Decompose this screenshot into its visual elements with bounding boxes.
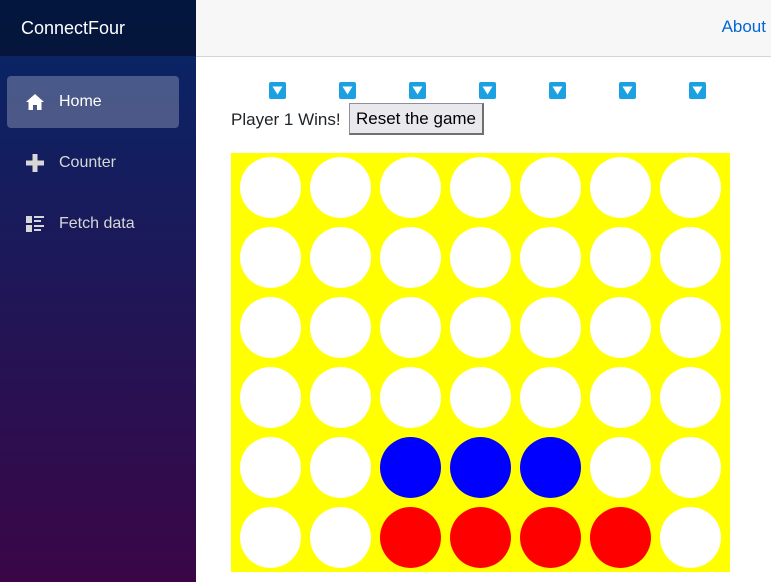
board-cell-empty bbox=[310, 297, 371, 358]
board-cell-empty bbox=[310, 437, 371, 498]
board-cell-empty bbox=[240, 437, 301, 498]
caret-down-icon bbox=[482, 86, 493, 95]
board-cell-empty bbox=[450, 297, 511, 358]
board-cell-empty bbox=[380, 297, 441, 358]
board-cell-empty bbox=[450, 227, 511, 288]
board-cell-empty bbox=[240, 157, 301, 218]
drop-column-2-button[interactable] bbox=[339, 82, 356, 99]
board-cell-empty bbox=[660, 227, 721, 288]
board-cell-empty bbox=[520, 367, 581, 428]
sidebar-item-home[interactable]: Home bbox=[7, 76, 179, 128]
board-cell-empty bbox=[240, 227, 301, 288]
board-cell-empty bbox=[520, 157, 581, 218]
board-cell-empty bbox=[240, 507, 301, 568]
board-cell-empty bbox=[240, 297, 301, 358]
sidebar-item-label: Fetch data bbox=[59, 215, 135, 232]
board-cell-empty bbox=[590, 437, 651, 498]
board-cell-empty bbox=[520, 297, 581, 358]
reset-game-button[interactable]: Reset the game bbox=[349, 103, 485, 135]
board-cell-empty bbox=[450, 157, 511, 218]
sidebar-item-fetch-data[interactable]: Fetch data bbox=[7, 198, 179, 250]
game-status: Player 1 Wins! bbox=[231, 110, 341, 129]
game-board bbox=[231, 153, 730, 572]
board-cell-empty bbox=[590, 297, 651, 358]
sidebar: ConnectFour Home Counter Fetch data bbox=[0, 0, 196, 582]
board-cell-empty bbox=[240, 367, 301, 428]
app-brand[interactable]: ConnectFour bbox=[21, 18, 125, 39]
board-cell-empty bbox=[660, 297, 721, 358]
caret-down-icon bbox=[412, 86, 423, 95]
board-cell-empty bbox=[310, 157, 371, 218]
caret-down-icon bbox=[552, 86, 563, 95]
sidebar-item-label: Counter bbox=[59, 154, 116, 171]
board-cell-empty bbox=[660, 507, 721, 568]
board-cell-empty bbox=[380, 227, 441, 288]
board-cell-empty bbox=[520, 227, 581, 288]
caret-down-icon bbox=[692, 86, 703, 95]
board-cell-empty bbox=[380, 157, 441, 218]
list-rich-icon bbox=[24, 214, 46, 234]
about-link[interactable]: About bbox=[722, 17, 766, 37]
board-cell-player1 bbox=[450, 507, 511, 568]
drop-column-4-button[interactable] bbox=[479, 82, 496, 99]
board-cell-empty bbox=[310, 367, 371, 428]
board-cell-empty bbox=[660, 157, 721, 218]
caret-down-icon bbox=[622, 86, 633, 95]
board-cell-empty bbox=[660, 437, 721, 498]
sidebar-item-label: Home bbox=[59, 93, 102, 110]
board-cell-empty bbox=[380, 367, 441, 428]
board-cell-player2 bbox=[450, 437, 511, 498]
board-cell-empty bbox=[310, 507, 371, 568]
caret-down-icon bbox=[342, 86, 353, 95]
drop-column-6-button[interactable] bbox=[619, 82, 636, 99]
board-cell-player2 bbox=[520, 437, 581, 498]
board-cell-empty bbox=[590, 227, 651, 288]
board-cell-empty bbox=[590, 367, 651, 428]
board-cell-empty bbox=[450, 367, 511, 428]
drop-column-1-button[interactable] bbox=[269, 82, 286, 99]
board-cell-player2 bbox=[380, 437, 441, 498]
caret-down-icon bbox=[272, 86, 283, 95]
home-icon bbox=[24, 92, 46, 112]
top-row: About bbox=[196, 0, 771, 57]
board-cell-player1 bbox=[380, 507, 441, 568]
drop-column-5-button[interactable] bbox=[549, 82, 566, 99]
plus-icon bbox=[24, 153, 46, 173]
brand-bar: ConnectFour bbox=[0, 0, 196, 56]
board-cell-player1 bbox=[520, 507, 581, 568]
drop-column-3-button[interactable] bbox=[409, 82, 426, 99]
board-cell-empty bbox=[310, 227, 371, 288]
board-cell-empty bbox=[660, 367, 721, 428]
board-cell-player1 bbox=[590, 507, 651, 568]
board-cell-empty bbox=[590, 157, 651, 218]
sidebar-item-counter[interactable]: Counter bbox=[7, 137, 179, 189]
drop-column-7-button[interactable] bbox=[689, 82, 706, 99]
